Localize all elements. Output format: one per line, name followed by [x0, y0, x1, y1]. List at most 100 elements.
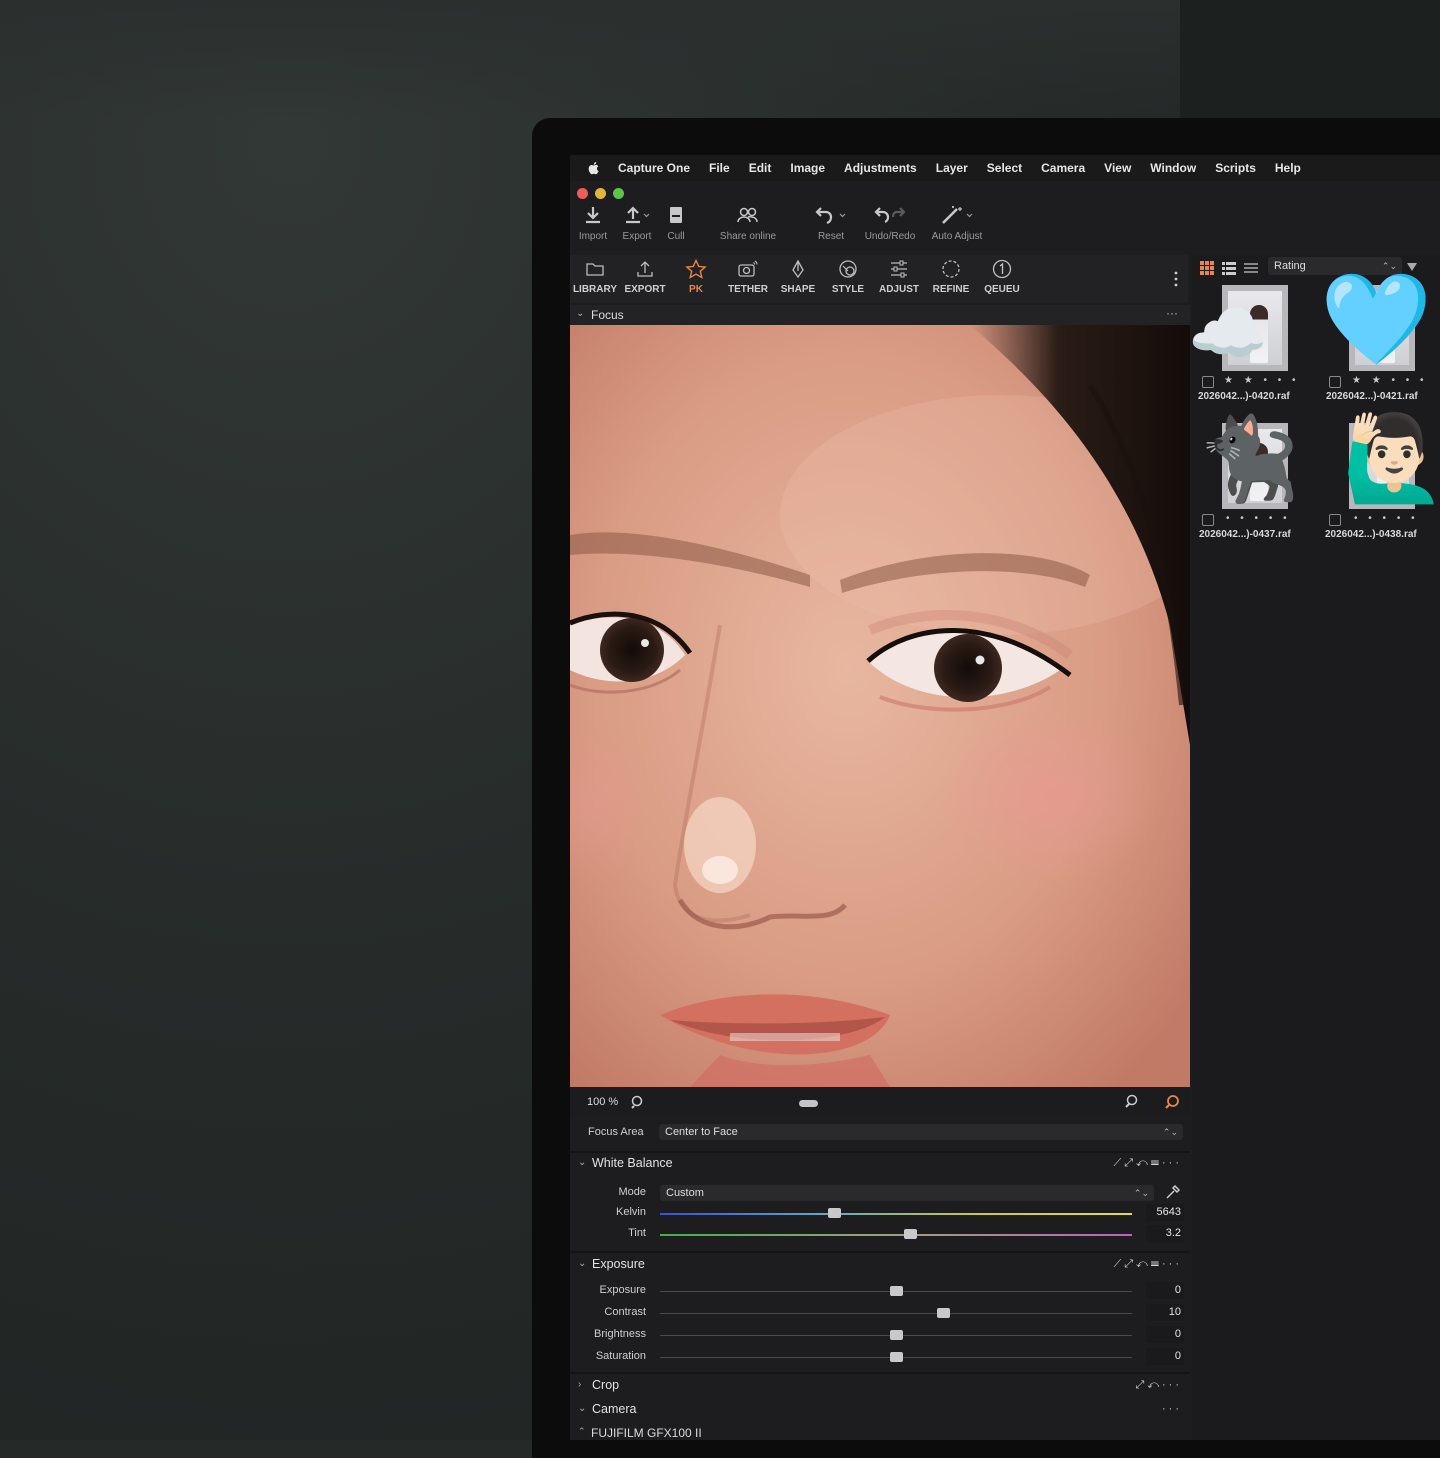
- details-view-icon[interactable]: [1244, 259, 1258, 277]
- tab-export-label: EXPORT: [624, 284, 666, 295]
- star-rating[interactable]: • • • • •: [1226, 513, 1291, 524]
- kelvin-value: 5643: [1156, 1206, 1181, 1218]
- saturation-label: Saturation: [595, 1350, 646, 1362]
- tab-export[interactable]: EXPORT: [623, 259, 667, 295]
- menu-image[interactable]: Image: [790, 161, 825, 175]
- tab-library[interactable]: LIBRARY: [572, 259, 618, 295]
- focus-preview-image[interactable]: [570, 325, 1190, 1087]
- wb-mode-select[interactable]: Custom ⌃⌄: [660, 1185, 1154, 1201]
- grid-view-icon[interactable]: [1200, 259, 1214, 277]
- eyedropper-icon[interactable]: [1164, 1185, 1180, 1201]
- contrast-value: 10: [1168, 1306, 1181, 1318]
- export-button[interactable]: Export: [620, 205, 654, 242]
- camera-model-row[interactable]: ⌃ FUJIFILM GFX100 II: [570, 1423, 1190, 1440]
- thumbnail-filename: 2026042...)-0421.raf: [1326, 391, 1418, 402]
- menu-help[interactable]: Help: [1275, 161, 1301, 175]
- select-checkbox[interactable]: [1329, 376, 1341, 388]
- tab-tether[interactable]: TETHER: [725, 259, 771, 295]
- import-label: Import: [578, 231, 608, 242]
- select-checkbox[interactable]: [1202, 376, 1214, 388]
- focus-area-select[interactable]: Center to Face ⌃⌄: [659, 1124, 1183, 1140]
- minimize-window-button[interactable]: [595, 188, 606, 199]
- exposure-value: 0: [1174, 1284, 1181, 1296]
- menu-adjustments[interactable]: Adjustments: [844, 161, 917, 175]
- wb-mode-label: Mode: [618, 1186, 646, 1198]
- focus-loupe-icon[interactable]: [1164, 1094, 1180, 1110]
- exposure-slider-row: Exposure 0: [570, 1281, 1190, 1301]
- chevron-down-icon: ⌄: [578, 1157, 587, 1168]
- palette-icon: [839, 260, 857, 278]
- exposure-slider-handle[interactable]: [889, 1286, 903, 1296]
- menu-layer[interactable]: Layer: [936, 161, 968, 175]
- tool-header-icons[interactable]: ⟋⤢↶☰···: [1114, 1157, 1183, 1170]
- crop-header[interactable]: › Crop ⤢↶···: [570, 1375, 1190, 1397]
- tab-shape[interactable]: SHAPE: [778, 259, 818, 295]
- focus-title: Focus: [591, 308, 624, 322]
- star-rating[interactable]: • • • • •: [1354, 513, 1419, 524]
- tool-header-icons[interactable]: ⤢↶···: [1135, 1379, 1182, 1392]
- reset-button[interactable]: Reset: [814, 205, 848, 242]
- people-icon: [737, 207, 758, 223]
- tool-header-icons[interactable]: ⟋⤢↶☰···: [1114, 1258, 1183, 1271]
- contrast-slider-handle[interactable]: [936, 1308, 950, 1318]
- menu-file[interactable]: File: [709, 161, 730, 175]
- share-online-button[interactable]: Share online: [716, 205, 780, 242]
- tab-pk[interactable]: PK: [676, 259, 716, 295]
- menu-scripts[interactable]: Scripts: [1215, 161, 1256, 175]
- tab-queue[interactable]: QEUEU: [980, 259, 1024, 295]
- folder-icon: [586, 263, 604, 276]
- focus-tool-header[interactable]: ⌄ Focus ···: [570, 305, 1190, 325]
- magic-wand-icon: [942, 206, 973, 224]
- thumbnail-filename: 2026042...)-0437.raf: [1199, 529, 1291, 540]
- brightness-slider-row: Brightness 0: [570, 1325, 1190, 1345]
- portrait-photo: [570, 325, 1190, 1087]
- aperture-icon: [942, 260, 960, 278]
- menu-window[interactable]: Window: [1150, 161, 1196, 175]
- camera-header[interactable]: ⌄ Camera ···: [570, 1399, 1190, 1421]
- exposure-label: Exposure: [599, 1284, 646, 1296]
- zoom-out-icon[interactable]: [630, 1095, 644, 1109]
- more-options-icon[interactable]: ···: [1162, 1403, 1182, 1415]
- apple-logo-icon[interactable]: [586, 160, 602, 176]
- saturation-slider-row: Saturation 0: [570, 1347, 1190, 1367]
- tint-slider-track[interactable]: [660, 1234, 1132, 1236]
- more-options-icon[interactable]: [1174, 270, 1178, 288]
- cull-button[interactable]: Cull: [664, 205, 688, 242]
- kelvin-slider-handle[interactable]: [828, 1208, 842, 1218]
- menu-edit[interactable]: Edit: [749, 161, 772, 175]
- select-checkbox[interactable]: [1202, 514, 1214, 526]
- light-blue-heart-emoji-sticker: 🩵: [1320, 270, 1433, 370]
- undo-redo-button[interactable]: Undo/Redo: [862, 205, 918, 242]
- tool-tabs: LIBRARY EXPORT PK TETHER SHAPE STYLE ADJ…: [570, 255, 1188, 303]
- tab-style[interactable]: STYLE: [828, 259, 868, 295]
- white-balance-header[interactable]: ⌄ White Balance ⟋⤢↶☰···: [570, 1153, 1190, 1175]
- select-checkbox[interactable]: [1329, 514, 1341, 526]
- brightness-slider-handle[interactable]: [889, 1330, 903, 1340]
- exposure-header[interactable]: ⌄ Exposure ⟋⤢↶☰···: [570, 1254, 1190, 1276]
- zoom-window-button[interactable]: [613, 188, 624, 199]
- menu-bar: Capture One File Edit Image Adjustments …: [570, 155, 1440, 181]
- wb-mode-value: Custom: [666, 1187, 704, 1199]
- import-button[interactable]: Import: [576, 205, 610, 242]
- menu-select[interactable]: Select: [987, 161, 1022, 175]
- auto-adjust-button[interactable]: Auto Adjust: [927, 205, 987, 242]
- tab-adjust[interactable]: ADJUST: [876, 259, 922, 295]
- menu-view[interactable]: View: [1104, 161, 1131, 175]
- list-view-icon[interactable]: [1222, 259, 1236, 277]
- star-icon: [685, 259, 707, 279]
- more-options-icon[interactable]: ···: [1166, 306, 1178, 320]
- zoom-slider-handle[interactable]: [799, 1100, 818, 1107]
- tint-slider-handle[interactable]: [903, 1229, 917, 1239]
- zoom-in-icon[interactable]: [1124, 1094, 1138, 1108]
- tab-refine[interactable]: REFINE: [928, 259, 974, 295]
- contrast-slider-track[interactable]: [660, 1313, 1132, 1314]
- close-window-button[interactable]: [577, 188, 588, 199]
- sliders-icon: [891, 260, 907, 278]
- star-rating[interactable]: ★ ★ • • •: [1224, 375, 1300, 386]
- menu-camera[interactable]: Camera: [1041, 161, 1085, 175]
- kelvin-slider-track[interactable]: [660, 1213, 1132, 1215]
- menu-app-name[interactable]: Capture One: [618, 161, 690, 175]
- reset-icon: [815, 207, 846, 225]
- star-rating[interactable]: ★ ★ • • •: [1352, 375, 1428, 386]
- saturation-slider-handle[interactable]: [889, 1352, 903, 1362]
